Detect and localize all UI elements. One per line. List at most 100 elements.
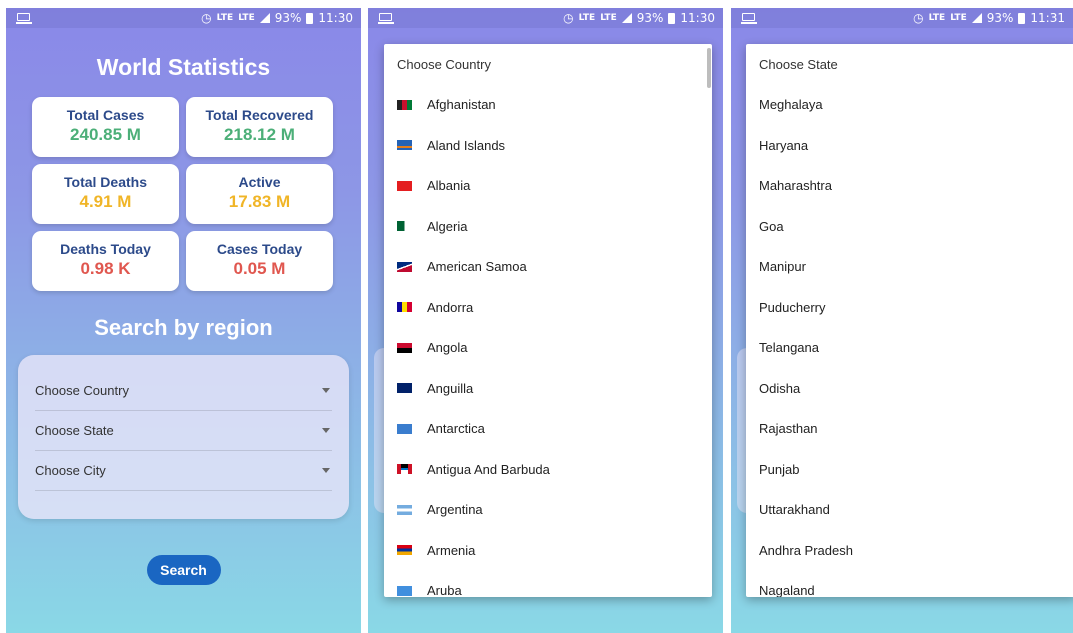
lte-label: LTE [950,13,967,23]
status-bar: ◷ LTE LTE 93% 11:30 [6,8,361,28]
alarm-icon: ◷ [913,11,924,25]
aland-islands-flag-icon [397,140,412,151]
option-label: Afghanistan [427,97,496,113]
battery-icon [306,12,314,24]
dropdown-label: Choose Country [35,383,129,398]
state-option[interactable]: Telangana [746,328,1073,369]
algeria-flag-icon [397,221,412,232]
state-option[interactable]: Odisha [746,368,1073,409]
option-label: Aland Islands [427,137,506,153]
section-title: Search by region [94,315,273,340]
state-option[interactable]: Punjab [746,449,1073,490]
state-option[interactable]: Maharashtra [746,166,1073,207]
option-label: Antigua And Barbuda [427,461,550,477]
andorra-flag-icon [397,302,412,313]
search-button[interactable]: Search [146,555,221,585]
state-menu: Choose State Meghalaya Haryana Maharasht… [746,44,1073,597]
lte-label: LTE [216,13,234,23]
country-option[interactable]: Antarctica [384,409,712,450]
lte-label: LTE [600,13,617,23]
stat-value: 0.98 K [80,259,131,278]
dropdown-label: Choose City [35,463,106,478]
state-option[interactable]: Meghalaya [746,85,1073,126]
stat-value: 4.91 M [79,192,132,211]
country-option[interactable]: Anguilla [384,368,712,409]
stat-card-active: Active 17.83 M [186,164,333,224]
stat-label: Deaths Today [60,241,151,257]
state-option[interactable]: Manipur [746,247,1073,288]
caret-down-icon [322,468,330,473]
anguilla-flag-icon [397,383,412,394]
lte-label: LTE [578,13,596,23]
state-option[interactable]: Rajasthan [746,409,1073,450]
country-menu: Choose Country Afghanistan Aland Islands… [384,44,712,597]
battery-icon [1018,12,1026,24]
monitor-icon [16,12,32,24]
armenia-flag-icon [397,545,412,556]
monitor-icon [741,12,757,24]
stat-label: Total Recovered [205,107,314,123]
stat-card-total-cases: Total Cases 240.85 M [32,97,179,157]
country-option[interactable]: Aland Islands [384,125,712,166]
afghanistan-flag-icon [397,99,412,110]
city-dropdown[interactable]: Choose City [35,451,332,491]
stat-value: 17.83 M [228,192,291,211]
signal-icon [259,13,270,23]
country-picker-screen: ◷ LTE LTE 93% 11:30 Choose Country Afgha… [368,8,723,633]
signal-icon [621,13,632,23]
stat-value: 218.12 M [224,125,295,144]
american-samoa-flag-icon [397,261,412,272]
stats-grid: Total Cases 240.85 M Total Recovered 218… [32,97,361,291]
clock: 11:30 [318,11,353,25]
state-option[interactable]: Puducherry [746,287,1073,328]
aruba-flag-icon [397,585,412,596]
state-option[interactable]: Uttarakhand [746,490,1073,531]
stat-value: 0.05 M [233,259,286,278]
antarctica-flag-icon [397,423,412,434]
dropdown-label: Choose State [35,423,114,438]
stat-card-cases-today: Cases Today 0.05 M [186,231,333,291]
option-label: Armenia [427,542,476,558]
home-screen: ◷ LTE LTE 93% 11:30 World Statistics Tot… [6,8,361,633]
option-label: Antarctica [427,421,485,437]
option-label: Algeria [427,218,468,234]
menu-header[interactable]: Choose Country [384,44,712,85]
option-label: American Samoa [427,259,527,275]
angola-flag-icon [397,342,412,353]
state-dropdown[interactable]: Choose State [35,411,332,451]
menu-header[interactable]: Choose State [746,44,1073,85]
clock: 11:30 [680,11,715,25]
option-label: Anguilla [427,380,474,396]
country-option[interactable]: Antigua And Barbuda [384,449,712,490]
state-option[interactable]: Andhra Pradesh [746,530,1073,571]
stat-label: Cases Today [216,241,303,257]
state-option[interactable]: Haryana [746,125,1073,166]
stat-label: Total Cases [66,107,145,123]
signal-icon [971,13,982,23]
alarm-icon: ◷ [201,11,212,25]
country-option[interactable]: Armenia [384,530,712,571]
caret-down-icon [322,428,330,433]
state-option[interactable]: Nagaland [746,571,1073,597]
battery-icon [668,12,676,24]
lte-label: LTE [928,13,946,23]
option-label: Albania [427,178,471,194]
country-option[interactable]: Algeria [384,206,712,247]
stat-label: Total Deaths [64,174,147,190]
country-option[interactable]: Argentina [384,490,712,531]
state-option[interactable]: Goa [746,206,1073,247]
stat-label: Active [238,174,281,190]
country-option[interactable]: Andorra [384,287,712,328]
option-label: Argentina [427,502,483,518]
status-bar: ◷ LTE LTE 93% 11:30 [368,8,723,28]
country-option[interactable]: Albania [384,166,712,207]
battery-percent: 93% [986,11,1014,25]
country-option[interactable]: Afghanistan [384,85,712,126]
option-label: Andorra [427,299,474,315]
antigua-and-barbuda-flag-icon [397,464,412,475]
country-option[interactable]: Angola [384,328,712,369]
scrollbar[interactable] [707,48,711,88]
country-dropdown[interactable]: Choose Country [35,371,332,411]
country-option[interactable]: Aruba [384,571,712,597]
country-option[interactable]: American Samoa [384,247,712,288]
